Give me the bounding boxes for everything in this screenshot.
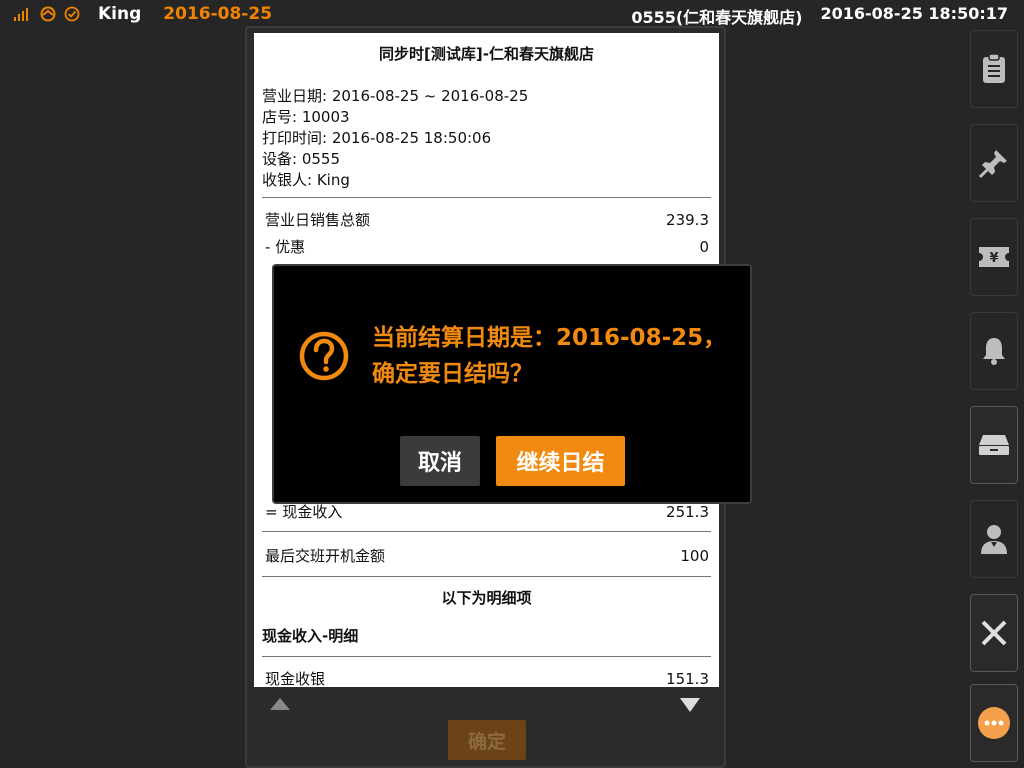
pin-icon	[978, 150, 1007, 179]
cashier-person-icon	[981, 525, 1007, 554]
receipt-row: 现金收银 151.3	[265, 669, 709, 688]
dialog-message: 当前结算日期是：2016-08-25， 确定要日结吗？	[372, 320, 726, 392]
info-line: 收银人: King	[262, 171, 350, 189]
business-date: 2016-08-25	[163, 4, 273, 24]
more-icon	[978, 707, 1010, 739]
receipt-row: - 优惠 0	[265, 237, 709, 257]
section-title: 以下为明细项	[441, 589, 532, 607]
info-line: 营业日期: 2016-08-25 ~ 2016-08-25	[262, 87, 529, 105]
signal-icon	[14, 8, 28, 21]
cashier-name: King	[98, 4, 142, 24]
divider	[262, 197, 711, 198]
sub-title: 现金收入-明细	[262, 627, 359, 645]
more-button[interactable]	[970, 684, 1018, 762]
clipboard-icon	[983, 53, 1005, 83]
cashier-button[interactable]	[970, 500, 1018, 578]
yen-ticket-icon: ¥	[979, 247, 1009, 267]
cloud-sync-icon	[40, 6, 56, 22]
svg-text:¥: ¥	[989, 251, 998, 266]
question-icon	[299, 331, 349, 381]
status-icons	[14, 6, 80, 22]
divider	[262, 576, 711, 577]
close-button[interactable]	[970, 594, 1018, 672]
cancel-button[interactable]: 取消	[400, 436, 480, 486]
pin-button[interactable]	[970, 124, 1018, 202]
cash-drawer-button[interactable]	[970, 406, 1018, 484]
bell-button[interactable]	[970, 312, 1018, 390]
cash-drawer-icon	[979, 435, 1009, 455]
info-line: 店号: 10003	[262, 108, 350, 126]
dialog-line: 确定要日结吗？	[372, 361, 533, 387]
divider	[262, 656, 711, 657]
dialog-line: 当前结算日期是：2016-08-25，	[372, 325, 727, 351]
clipboard-button[interactable]	[970, 30, 1018, 108]
confirm-dialog: 当前结算日期是：2016-08-25， 确定要日结吗？ 取消 继续日结	[272, 264, 752, 504]
info-line: 打印时间: 2016-08-25 18:50:06	[262, 129, 492, 147]
receipt-row: 最后交班开机金额 100	[265, 546, 709, 566]
receipt-info: 营业日期: 2016-08-25 ~ 2016-08-25 店号: 10003 …	[262, 86, 719, 191]
device-store: 0555(仁和春天旗舰店)	[631, 8, 803, 27]
scroll-up-icon[interactable]	[270, 698, 290, 710]
info-line: 设备: 0555	[262, 150, 340, 168]
close-icon	[981, 620, 1007, 646]
receipt-row: 营业日销售总额 239.3	[265, 210, 709, 230]
check-circle-icon	[64, 6, 80, 22]
clock: 2016-08-25 18:50:17	[820, 4, 1008, 23]
divider	[262, 531, 711, 532]
scroll-down-icon[interactable]	[680, 698, 700, 712]
bell-icon	[983, 338, 1005, 365]
status-bar: King 2016-08-25 0555(仁和春天旗舰店) 2016-08-25…	[0, 0, 1024, 28]
ticket-button[interactable]: ¥	[970, 218, 1018, 296]
receipt-title: 同步时[测试库]-仁和春天旗舰店	[379, 45, 594, 63]
confirm-button[interactable]: 确定	[448, 720, 526, 760]
continue-close-day-button[interactable]: 继续日结	[496, 436, 625, 486]
